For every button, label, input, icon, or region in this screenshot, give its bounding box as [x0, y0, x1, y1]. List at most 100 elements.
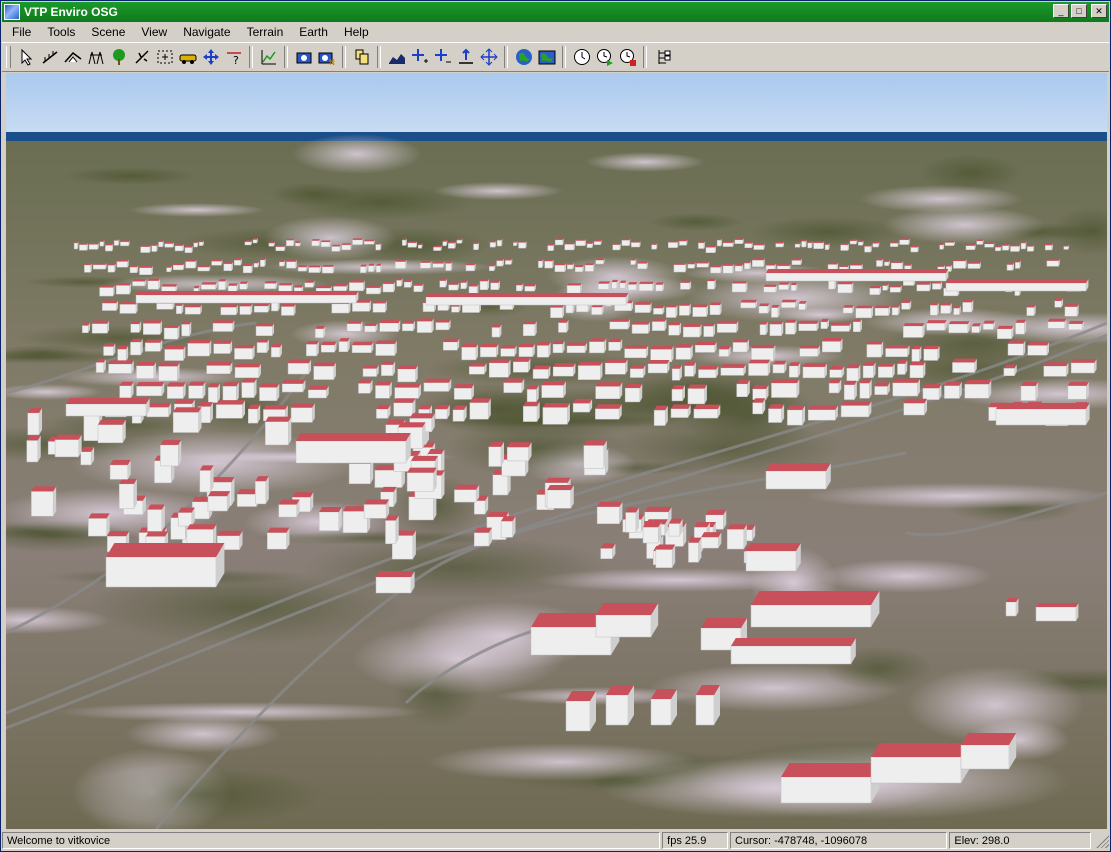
building[interactable]	[239, 281, 249, 290]
building[interactable]	[930, 302, 939, 316]
building[interactable]	[136, 382, 165, 397]
building[interactable]	[488, 441, 505, 467]
building[interactable]	[227, 283, 239, 292]
close-button[interactable]: ✕	[1091, 4, 1107, 18]
building[interactable]	[709, 302, 722, 315]
building[interactable]	[700, 532, 722, 549]
building[interactable]	[115, 283, 131, 295]
snapshot-numbered-button[interactable]: N	[315, 46, 338, 69]
building[interactable]	[692, 304, 709, 317]
building[interactable]	[469, 398, 491, 420]
building[interactable]	[734, 238, 744, 244]
building[interactable]	[716, 238, 722, 247]
building[interactable]	[255, 476, 269, 505]
building[interactable]	[744, 261, 751, 270]
building[interactable]	[730, 638, 856, 665]
building[interactable]	[442, 338, 460, 351]
building[interactable]	[1035, 603, 1079, 622]
building[interactable]	[781, 299, 797, 308]
building[interactable]	[188, 381, 206, 399]
building[interactable]	[995, 403, 1090, 426]
building[interactable]	[625, 507, 639, 533]
building[interactable]	[197, 265, 211, 272]
building[interactable]	[771, 305, 780, 318]
building[interactable]	[638, 281, 655, 291]
building[interactable]	[490, 280, 500, 290]
building[interactable]	[945, 279, 1089, 292]
building[interactable]	[491, 324, 502, 338]
building[interactable]	[105, 243, 114, 252]
building[interactable]	[211, 259, 223, 266]
building[interactable]	[313, 362, 336, 380]
building[interactable]	[778, 282, 790, 290]
building[interactable]	[752, 398, 766, 415]
speed-up-button[interactable]	[408, 46, 431, 69]
building[interactable]	[181, 321, 192, 337]
building[interactable]	[630, 258, 637, 265]
building[interactable]	[88, 513, 110, 537]
building[interactable]	[308, 265, 321, 273]
building[interactable]	[651, 243, 658, 250]
power-line-button[interactable]	[84, 46, 107, 69]
building[interactable]	[524, 284, 536, 292]
building[interactable]	[866, 341, 884, 358]
building[interactable]	[278, 283, 293, 293]
building[interactable]	[395, 259, 407, 269]
building[interactable]	[566, 283, 582, 294]
building[interactable]	[172, 407, 202, 433]
building[interactable]	[407, 241, 418, 248]
building[interactable]	[962, 299, 974, 313]
building[interactable]	[705, 245, 717, 253]
building[interactable]	[971, 323, 982, 333]
building[interactable]	[765, 263, 776, 270]
building[interactable]	[693, 404, 721, 419]
menu-view[interactable]: View	[131, 25, 173, 39]
building[interactable]	[944, 381, 962, 399]
building[interactable]	[899, 238, 910, 245]
building[interactable]	[653, 405, 668, 426]
building[interactable]	[158, 362, 180, 382]
building[interactable]	[668, 322, 682, 336]
building[interactable]	[512, 358, 531, 373]
building[interactable]	[184, 304, 202, 315]
building[interactable]	[552, 340, 565, 353]
building[interactable]	[536, 342, 551, 358]
building[interactable]	[473, 242, 479, 250]
building[interactable]	[349, 280, 365, 292]
building[interactable]	[855, 305, 874, 319]
building[interactable]	[260, 258, 266, 267]
building[interactable]	[911, 345, 922, 362]
building[interactable]	[631, 321, 651, 334]
building[interactable]	[1002, 244, 1010, 251]
building[interactable]	[575, 239, 586, 246]
building[interactable]	[903, 323, 925, 338]
building[interactable]	[234, 344, 255, 360]
building[interactable]	[768, 404, 785, 423]
building[interactable]	[489, 240, 497, 248]
vehicle-button[interactable]	[176, 46, 199, 69]
building[interactable]	[281, 379, 306, 393]
building[interactable]	[158, 240, 164, 248]
building[interactable]	[655, 282, 665, 292]
building[interactable]	[1054, 298, 1064, 308]
building[interactable]	[566, 342, 587, 353]
building[interactable]	[609, 318, 630, 330]
query-button[interactable]: ?	[222, 46, 245, 69]
building[interactable]	[960, 733, 1017, 770]
building[interactable]	[92, 262, 107, 270]
building[interactable]	[397, 365, 418, 383]
building[interactable]	[600, 543, 616, 559]
building[interactable]	[163, 324, 180, 340]
menu-terrain[interactable]: Terrain	[237, 25, 290, 39]
building[interactable]	[177, 507, 195, 527]
building[interactable]	[513, 240, 518, 246]
building[interactable]	[876, 258, 884, 267]
building[interactable]	[1006, 262, 1014, 271]
building[interactable]	[220, 304, 238, 316]
building[interactable]	[874, 305, 891, 316]
time-play-button[interactable]	[593, 46, 616, 69]
building[interactable]	[84, 263, 92, 273]
building[interactable]	[54, 434, 82, 458]
building[interactable]	[794, 242, 801, 248]
building[interactable]	[611, 279, 619, 289]
